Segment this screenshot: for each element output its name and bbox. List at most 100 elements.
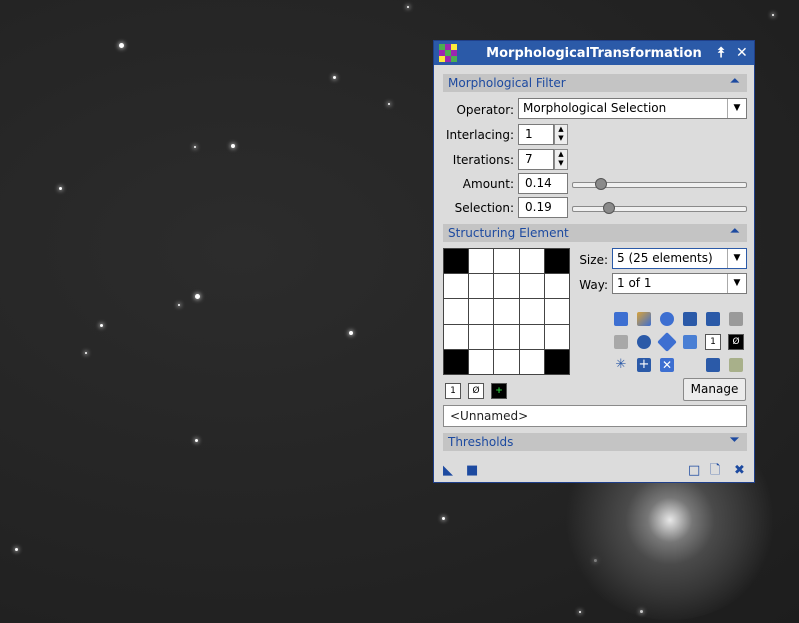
section-label: Morphological Filter	[448, 76, 566, 90]
shade-icon[interactable]: ⯭	[717, 44, 725, 62]
grid-cell[interactable]	[544, 349, 569, 374]
selection-label: Selection:	[454, 201, 514, 215]
star	[407, 6, 409, 8]
manage-button[interactable]: Manage	[683, 378, 746, 401]
slider-handle[interactable]	[595, 178, 607, 190]
selection-slider[interactable]	[572, 202, 747, 214]
empty-set-icon[interactable]	[683, 335, 697, 349]
documentation-icon[interactable]: 🗋	[710, 464, 720, 477]
x-shape-icon[interactable]: ✕	[660, 358, 674, 372]
size-value: 5 (25 elements)	[617, 251, 713, 265]
chevron-down-icon[interactable]: ▼	[727, 249, 746, 268]
way-select[interactable]: 1 of 1 ▼	[612, 273, 747, 294]
grid-cell[interactable]	[469, 249, 494, 274]
grid-cell[interactable]	[444, 274, 469, 299]
import-icon[interactable]	[706, 358, 720, 372]
amount-label: Amount:	[462, 177, 514, 191]
grid-cell[interactable]	[469, 274, 494, 299]
grid-cell[interactable]	[519, 299, 544, 324]
fill-one-icon[interactable]: 1	[705, 334, 721, 350]
circle-icon[interactable]	[637, 335, 651, 349]
thresholds-header[interactable]: Thresholds ⏷	[443, 433, 747, 451]
rotate-left-icon[interactable]	[614, 312, 628, 326]
rotate-right-icon[interactable]	[660, 312, 674, 326]
apply-icon[interactable]: ■	[466, 464, 478, 477]
export-icon[interactable]	[729, 358, 743, 372]
element-name-input[interactable]: <Unnamed>	[443, 405, 747, 427]
bottom-toolbar: ◣ ■ □ 🗋 ✖	[434, 459, 754, 482]
grid-cell[interactable]	[469, 324, 494, 349]
clear-zero-icon[interactable]: Ø	[728, 334, 744, 350]
redo-icon[interactable]	[614, 335, 628, 349]
align-corner-icon[interactable]	[706, 312, 720, 326]
amount-input[interactable]: 0.14	[518, 173, 568, 194]
operator-value: Morphological Selection	[523, 101, 667, 115]
star	[178, 304, 180, 306]
structuring-element-grid[interactable]	[443, 248, 570, 375]
grid-cell[interactable]	[444, 349, 469, 374]
grid-cell[interactable]	[494, 249, 519, 274]
grid-cell[interactable]	[469, 349, 494, 374]
close-icon[interactable]: ✕	[736, 44, 748, 62]
copy-icon[interactable]	[729, 312, 743, 326]
iterations-label: Iterations:	[452, 153, 514, 167]
expand-icon[interactable]: ✳	[614, 358, 628, 372]
star	[388, 103, 390, 105]
section-label: Structuring Element	[448, 226, 569, 240]
set-one-button[interactable]: 1	[445, 383, 461, 399]
grid-cell[interactable]	[494, 299, 519, 324]
operator-select[interactable]: Morphological Selection ▼	[518, 98, 747, 119]
size-select[interactable]: 5 (25 elements) ▼	[612, 248, 747, 269]
set-zero-button[interactable]: Ø	[468, 383, 484, 399]
selection-input[interactable]: 0.19	[518, 197, 568, 218]
grid-cell[interactable]	[469, 299, 494, 324]
star	[349, 331, 353, 335]
align-top-icon[interactable]	[683, 312, 697, 326]
grid-cell[interactable]	[444, 249, 469, 274]
collapse-icon[interactable]: ⏶	[730, 74, 739, 88]
preview-icon[interactable]: □	[688, 464, 700, 477]
morphological-filter-header[interactable]: Morphological Filter ⏶	[443, 74, 747, 92]
chevron-down-icon[interactable]: ▼	[727, 274, 746, 293]
star	[194, 438, 198, 442]
size-label: Size:	[579, 253, 608, 267]
grid-cell[interactable]	[494, 324, 519, 349]
window-title: MorphologicalTransformation	[486, 46, 702, 61]
star	[118, 42, 124, 48]
star	[579, 611, 581, 613]
grid-cell[interactable]	[444, 299, 469, 324]
morphological-transformation-window: MorphologicalTransformation ⯭ ✕ Morpholo…	[433, 40, 755, 483]
slider-handle[interactable]	[603, 202, 615, 214]
section-label: Thresholds	[448, 435, 514, 449]
invert-icon[interactable]	[637, 312, 651, 326]
grid-cell[interactable]	[494, 274, 519, 299]
iterations-spinner[interactable]: ▲ ▼	[554, 149, 568, 170]
grid-cell[interactable]	[494, 349, 519, 374]
chevron-down-icon[interactable]: ▼	[727, 99, 746, 118]
slider-track	[572, 206, 747, 212]
interlacing-input[interactable]: 1	[518, 124, 554, 145]
interlacing-spinner[interactable]: ▲ ▼	[554, 124, 568, 145]
amount-slider[interactable]	[572, 178, 747, 190]
star	[85, 352, 87, 354]
reset-icon[interactable]: ✖	[734, 464, 745, 477]
cross-icon[interactable]: +	[637, 358, 651, 372]
structuring-element-header[interactable]: Structuring Element ⏶	[443, 224, 747, 242]
grid-cell[interactable]	[519, 349, 544, 374]
grid-cell[interactable]	[519, 324, 544, 349]
grid-cell[interactable]	[444, 324, 469, 349]
title-bar[interactable]: MorphologicalTransformation ⯭ ✕	[434, 41, 754, 65]
diamond-icon[interactable]	[657, 332, 677, 352]
star	[194, 293, 200, 299]
star	[332, 75, 336, 79]
grid-cell[interactable]	[544, 299, 569, 324]
expand-icon[interactable]: ⏷	[730, 433, 739, 447]
new-instance-icon[interactable]: ◣	[443, 464, 453, 477]
operator-label: Operator:	[456, 103, 514, 117]
way-label: Way:	[579, 278, 608, 292]
grid-cell[interactable]	[544, 324, 569, 349]
star	[58, 186, 62, 190]
iterations-input[interactable]: 7	[518, 149, 554, 170]
set-center-button[interactable]: +	[491, 383, 507, 399]
collapse-icon[interactable]: ⏶	[730, 224, 739, 238]
